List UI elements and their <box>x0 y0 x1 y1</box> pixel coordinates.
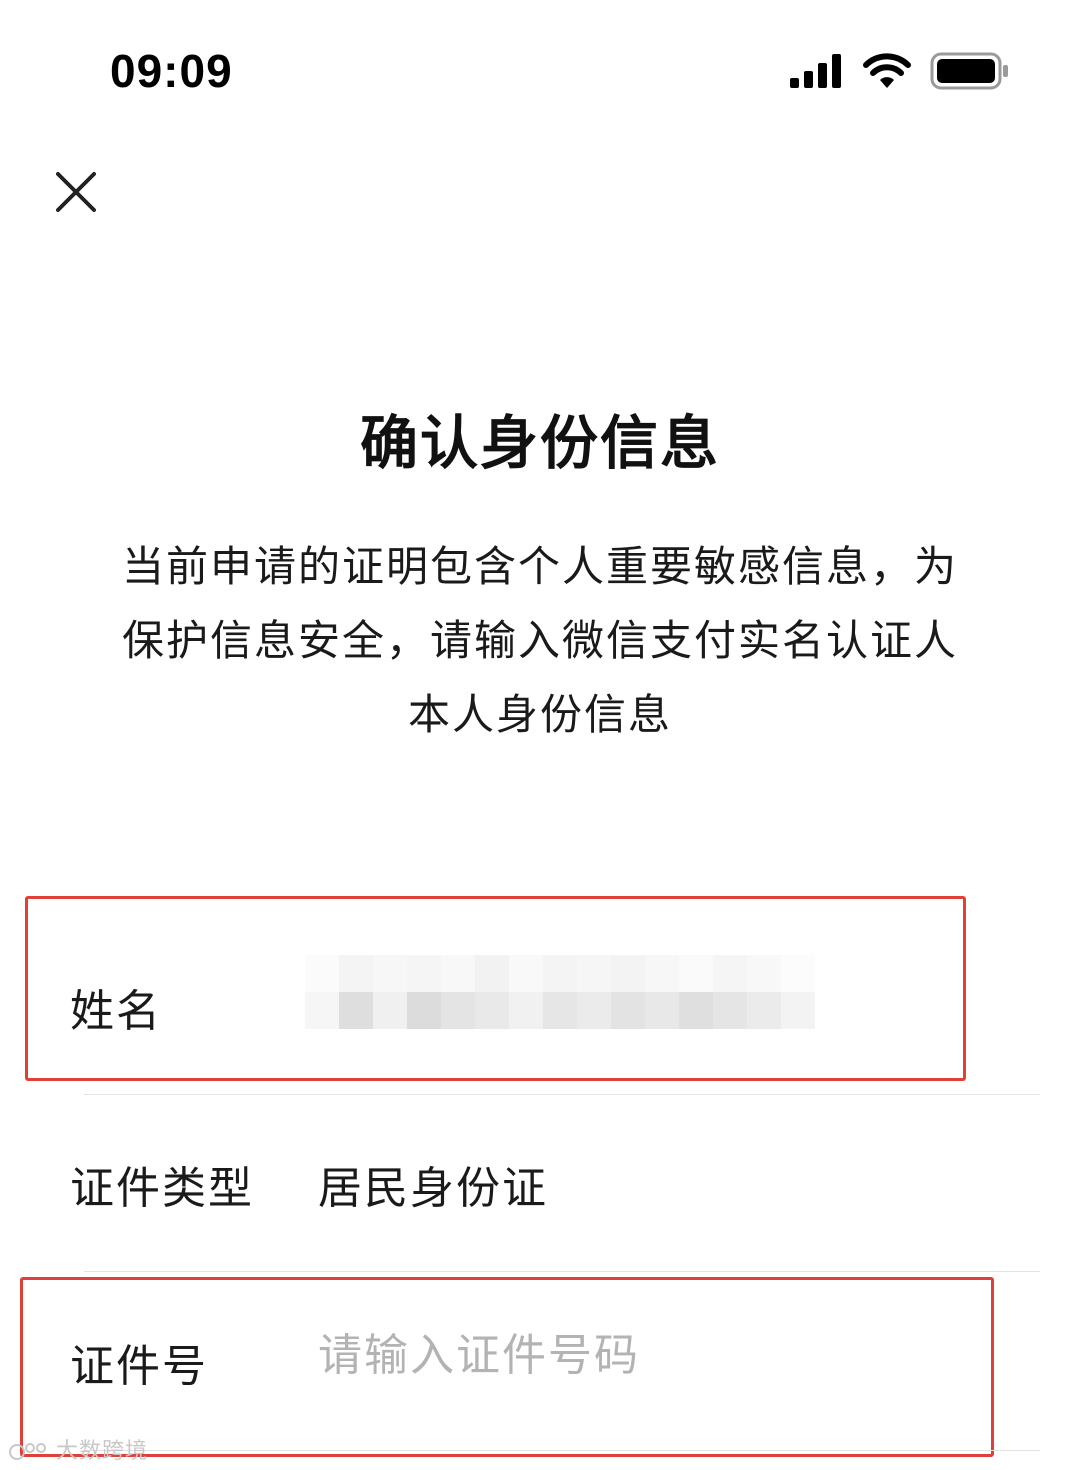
id-number-label: 证件号 <box>70 1341 208 1392</box>
id-number-input-wrap[interactable] <box>318 1330 918 1381</box>
status-bar: 09:09 <box>0 0 1080 140</box>
divider <box>84 1271 1040 1272</box>
watermark-logo-icon <box>9 1443 46 1460</box>
description-line: 本人身份信息 <box>407 690 672 739</box>
battery-icon <box>930 52 1008 90</box>
divider <box>84 1094 1040 1095</box>
close-button[interactable] <box>50 166 102 218</box>
name-label: 姓名 <box>70 986 162 1037</box>
divider <box>84 1450 1040 1451</box>
name-value-blurred <box>305 955 825 1030</box>
id-type-row[interactable]: 证件类型 居民身份证 <box>0 1152 1080 1214</box>
watermark: 大数跨境 <box>8 1433 148 1465</box>
wifi-icon <box>863 53 911 88</box>
description-line: 当前申请的证明包含个人重要敏感信息，为 <box>121 542 958 591</box>
id-number-input[interactable] <box>318 1330 918 1381</box>
close-icon <box>56 172 96 212</box>
watermark-text: 大数跨境 <box>56 1439 149 1464</box>
id-type-value: 居民身份证 <box>318 1163 548 1214</box>
status-time: 09:09 <box>110 45 233 97</box>
id-number-row[interactable]: 证件号 <box>0 1330 1080 1392</box>
page-description: 当前申请的证明包含个人重要敏感信息，为 保护信息安全，请输入微信支付实名认证人 … <box>70 530 1010 752</box>
cellular-signal-icon <box>790 54 841 88</box>
description-line: 保护信息安全，请输入微信支付实名认证人 <box>121 616 958 665</box>
id-type-label: 证件类型 <box>70 1163 254 1214</box>
page-title: 确认身份信息 <box>359 409 720 477</box>
